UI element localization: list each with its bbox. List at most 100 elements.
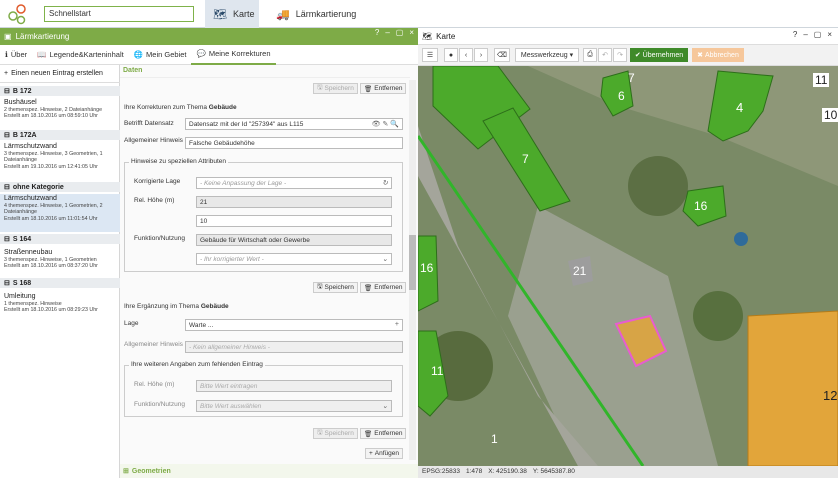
print-button[interactable]: ⎙ <box>583 48 597 62</box>
group-header[interactable]: ⊟ B 172 <box>0 86 120 96</box>
tab-laermkartierung[interactable]: 🚚 Lärmkartierung <box>268 0 368 28</box>
list-button[interactable]: ☰ <box>422 48 438 62</box>
building-number: 12 <box>823 388 838 403</box>
close-button[interactable]: × <box>409 28 414 37</box>
chevron-right-icon: › <box>479 51 483 59</box>
remove-button[interactable]: 🗑 Entfernen <box>360 428 407 439</box>
group-header[interactable]: ⊟ S 168 <box>0 278 120 288</box>
erg-hoehe-label: Rel. Höhe (m) <box>134 381 175 388</box>
tab-meine-korrekturen[interactable]: 💬 Meine Korrekturen <box>191 45 276 65</box>
item-title: Umleitung <box>4 293 36 300</box>
remove-label: Entfernen <box>374 284 403 291</box>
addition-theme: Gebäude <box>200 303 229 310</box>
funktion-new-select[interactable]: - Ihr korrigierter Wert - ⌄ <box>196 253 392 265</box>
tab-mein-gebiet-label: Mein Gebiet <box>146 50 187 59</box>
save-label: Speichern <box>324 85 354 92</box>
item-date: Erstellt am 18.10.2016 um 08:37:20 Uhr <box>4 263 98 270</box>
list-item[interactable]: Umleitung 1 themenspez. Hinweise Erstell… <box>0 292 120 316</box>
map-icon: 🗺 <box>422 31 433 41</box>
map-svg <box>418 66 838 466</box>
list-item[interactable]: Straßenneubau 3 themenspez. Hinweise, 1 … <box>0 248 120 272</box>
trash-icon: 🗑 <box>364 85 373 93</box>
erg-funktion-select[interactable]: Bitte Wert auswählen ⌄ <box>196 400 392 412</box>
group-header[interactable]: ⊟ ohne Kategorie <box>0 182 120 192</box>
map-panel-title: Karte <box>436 31 456 41</box>
scrollbar-thumb[interactable] <box>409 235 416 290</box>
redo-button[interactable]: ↷ <box>613 48 627 62</box>
building-number: 11 <box>431 364 444 378</box>
cancel-button[interactable]: ✖ Abbrechen <box>692 48 744 62</box>
quickstart-input[interactable]: Schnellstart <box>44 6 194 22</box>
erg-lage-value: Warte ... <box>189 322 214 329</box>
building-number: 6 <box>618 89 625 103</box>
remove-label: Entfernen <box>374 85 403 92</box>
maximize-button[interactable]: ▢ <box>396 28 404 37</box>
new-entry-button[interactable]: + Einen neuen Eintrag erstellen <box>0 65 120 83</box>
collapse-icon: ⊟ <box>4 132 10 139</box>
lage-field[interactable]: - Keine Anpassung der Lage - ↻ <box>196 177 392 189</box>
list-item[interactable]: Bushäusel 2 themenspez. Hinweise, 2 Date… <box>0 98 120 122</box>
minimize-button[interactable]: – <box>803 30 807 39</box>
list-icon: ☰ <box>426 52 434 59</box>
save-button[interactable]: 🖫 Speichern <box>313 282 358 293</box>
hoehe-label: Rel. Höhe (m) <box>134 197 175 204</box>
betrifft-value: Datensatz mit der Id "257394" aus L115 <box>189 121 304 128</box>
scale-label: 1:478 <box>465 468 483 475</box>
view-search-icon[interactable]: 👁 ✎ 🔍 <box>372 120 399 128</box>
map-canvas[interactable]: 7 6 4 11 10 7 16 21 16 11 1 12 <box>418 66 838 466</box>
save-button[interactable]: 🖫 Speichern <box>313 83 358 94</box>
tab-meine-korrekturen-label: Meine Korrekturen <box>208 49 271 58</box>
redo-icon: ↷ <box>617 52 623 59</box>
tab-karte[interactable]: 🗺 Karte <box>205 0 259 28</box>
check-icon: ✔ <box>634 52 641 59</box>
tab-ueber[interactable]: ℹ Über <box>0 45 32 65</box>
erg-lage-field[interactable]: Warte ... + <box>185 319 403 331</box>
item-title: Bushäusel <box>4 99 37 106</box>
erg-hinweis-field[interactable]: - Kein allgemeiner Hinweis - <box>185 341 403 353</box>
forward-button[interactable]: › <box>474 48 488 62</box>
item-title: Straßenneubau <box>4 249 53 256</box>
group-name: B 172A <box>12 131 37 139</box>
globe-icon: 🌐 <box>133 50 144 59</box>
addition-heading-text: Ihre Ergänzung im Thema <box>124 303 200 310</box>
left-panel-controls: ? – ▢ × <box>375 28 414 37</box>
add-button[interactable]: + Anfügen <box>365 448 404 459</box>
cancel-icon: ✖ <box>697 52 704 59</box>
minimize-button[interactable]: – <box>385 28 389 37</box>
globe-button[interactable]: ● <box>444 48 458 62</box>
hoehe-new-input[interactable]: 10 <box>196 215 392 227</box>
geometrien-section[interactable]: ⊞ Geometrien <box>120 464 418 478</box>
betrifft-field[interactable]: Datensatz mit der Id "257394" aus L115 👁 … <box>185 118 403 130</box>
group-header[interactable]: ⊟ S 164 <box>0 234 120 244</box>
apply-button[interactable]: ✔ Übernehmen <box>630 48 688 62</box>
corrections-heading-text: Ihre Korrekturen zum Thema <box>124 104 207 111</box>
remove-button[interactable]: 🗑 Entfernen <box>360 282 407 293</box>
book-icon: 📖 <box>37 50 47 59</box>
hinweis-field[interactable]: Falsche Gebäudehöhe <box>185 137 403 149</box>
detail-panel: Daten 🖫 Speichern 🗑 Entfernen Ihre Korrekt… <box>120 65 418 478</box>
back-button[interactable]: ‹ <box>459 48 473 62</box>
item-summary: 4 themenspez. Hinweise, 1 Geometrien, 2 … <box>4 203 103 216</box>
trash-icon: 🗑 <box>364 430 373 438</box>
erg-hoehe-input[interactable]: Bitte Wert eintragen <box>196 380 392 392</box>
group-header[interactable]: ⊟ B 172A <box>0 130 120 140</box>
help-button[interactable]: ? <box>375 28 379 37</box>
item-date: Erstellt am 18.10.2016 um 11:01:54 Uhr <box>4 215 98 222</box>
plus-icon[interactable]: + <box>395 321 399 328</box>
eraser-button[interactable]: ⌫ <box>494 48 510 62</box>
save-button[interactable]: 🖫 Speichern <box>313 428 358 439</box>
refresh-icon[interactable]: ↻ <box>382 179 388 187</box>
tab-mein-gebiet[interactable]: 🌐 Mein Gebiet <box>129 45 192 65</box>
y-coordinate: Y: 5645387.80 <box>532 468 575 475</box>
list-item[interactable]: Lärmschutzwand 3 themenspez. Hinweise, 3… <box>0 142 120 172</box>
funktion-label: Funktion/Nutzung <box>134 235 185 242</box>
measure-tool-dropdown[interactable]: Messwerkzeug ▾ <box>515 48 579 62</box>
remove-button[interactable]: 🗑 Entfernen <box>360 83 407 94</box>
tab-legende[interactable]: 📖 Legende&Karteninhalt <box>32 45 129 65</box>
maximize-button[interactable]: ▢ <box>814 30 822 39</box>
help-button[interactable]: ? <box>793 30 797 39</box>
list-item-selected[interactable]: Lärmschutzwand 4 themenspez. Hinweise, 1… <box>0 194 120 232</box>
erg-funktion-label: Funktion/Nutzung <box>134 401 185 408</box>
close-button[interactable]: × <box>827 30 832 39</box>
undo-button[interactable]: ↶ <box>598 48 612 62</box>
